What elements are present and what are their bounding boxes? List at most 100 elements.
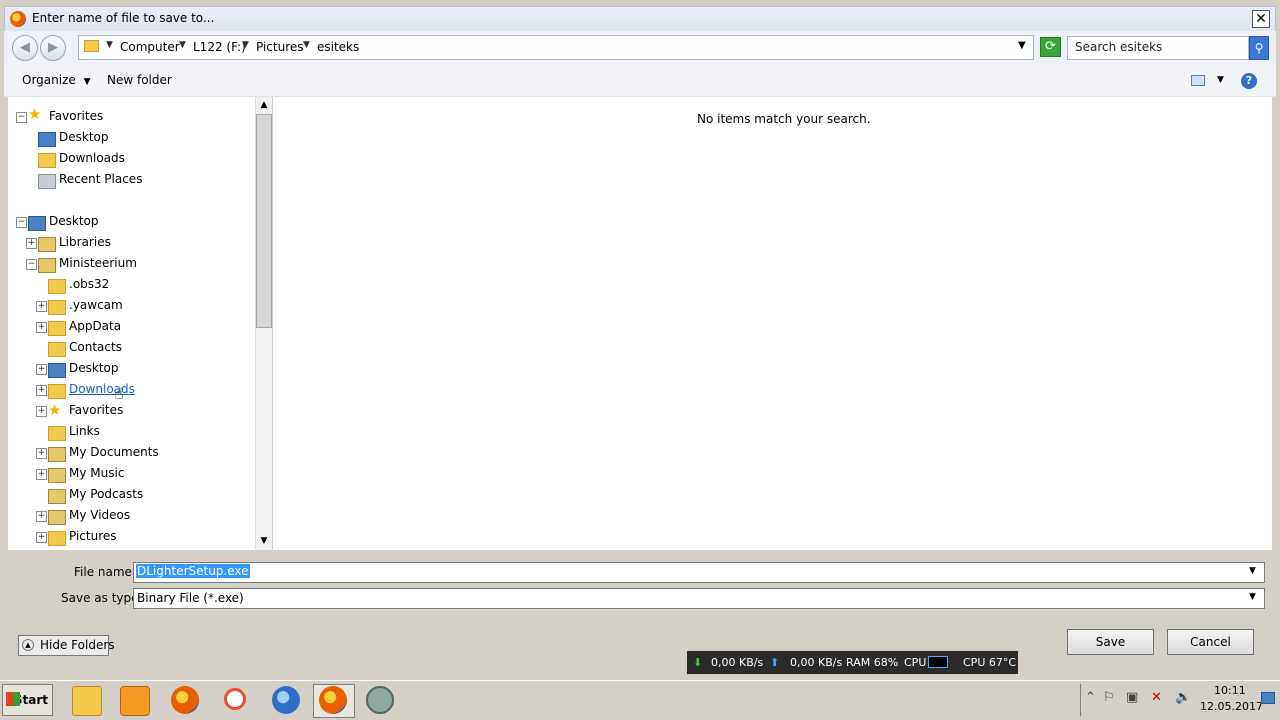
expand-icon[interactable]: + xyxy=(36,469,47,480)
breadcrumb-computer[interactable]: Computer xyxy=(120,40,180,54)
tray-separator xyxy=(1080,684,1081,716)
explorer-icon xyxy=(72,686,102,716)
scroll-thumb[interactable] xyxy=(256,114,272,328)
forward-button[interactable]: ▶ xyxy=(40,35,66,61)
thunderbird-icon xyxy=(272,686,300,714)
empty-message: No items match your search. xyxy=(697,112,871,126)
savetype-value: Binary File (*.exe) xyxy=(137,591,244,605)
volume-icon[interactable]: 🔈 xyxy=(1175,690,1191,705)
cancel-button[interactable]: Cancel xyxy=(1167,629,1254,655)
back-button[interactable]: ◀ xyxy=(12,35,38,61)
desktop-icon xyxy=(28,216,46,231)
tree-item-favorites-folder[interactable]: Favorites xyxy=(69,400,123,420)
tree-item-appdata[interactable]: AppData xyxy=(69,316,121,336)
device-icon[interactable]: ▣ xyxy=(1126,690,1138,705)
tree-item-desktop[interactable]: Desktop xyxy=(49,211,99,231)
chevron-down-icon[interactable]: ▼ xyxy=(179,40,186,50)
chevron-down-icon[interactable]: ▼ xyxy=(106,40,113,50)
organize-button[interactable]: Organize ▼ xyxy=(22,73,91,87)
expand-icon[interactable]: + xyxy=(36,448,47,459)
refresh-icon[interactable]: ⟳ xyxy=(1040,37,1061,57)
taskbar-explorer[interactable] xyxy=(66,684,106,716)
help-icon[interactable]: ? xyxy=(1241,73,1257,89)
organize-label: Organize xyxy=(22,73,76,87)
savetype-label: Save as type: xyxy=(61,591,143,605)
download-arrow-icon: ⬇ xyxy=(693,656,703,669)
expand-icon[interactable]: + xyxy=(26,238,37,249)
tree-item-my-documents[interactable]: My Documents xyxy=(69,442,159,462)
expand-icon[interactable]: + xyxy=(36,385,47,396)
tree-item-libraries[interactable]: Libraries xyxy=(59,232,111,252)
network-error-icon[interactable]: ✕ xyxy=(1151,690,1162,705)
scroll-down-arrow-icon[interactable]: ▼ xyxy=(256,533,272,550)
taskbar-avast[interactable] xyxy=(216,684,256,716)
collapse-icon[interactable]: − xyxy=(16,112,27,123)
collapse-icon[interactable]: − xyxy=(16,217,27,228)
file-list-pane[interactable] xyxy=(273,97,1272,550)
breadcrumb-esiteks[interactable]: esiteks xyxy=(317,40,359,54)
chevron-down-icon[interactable]: ▼ xyxy=(1249,592,1256,602)
chevron-down-icon[interactable]: ▼ xyxy=(242,40,249,50)
breadcrumb-pictures[interactable]: Pictures xyxy=(256,40,304,54)
chevron-down-icon[interactable]: ▼ xyxy=(303,40,310,50)
show-desktop-icon[interactable] xyxy=(1261,692,1275,704)
hide-folders-label: Hide Folders xyxy=(40,638,115,652)
chevron-up-icon: ▲ xyxy=(22,639,34,651)
collapse-icon[interactable]: − xyxy=(26,259,37,270)
save-button[interactable]: Save xyxy=(1067,629,1154,655)
chevron-down-icon[interactable]: ▼ xyxy=(1217,75,1224,85)
tree-item-my-music[interactable]: My Music xyxy=(69,463,124,483)
tree-item-obs32[interactable]: .obs32 xyxy=(69,274,109,294)
clock-date[interactable]: 12.05.2017 xyxy=(1200,700,1263,713)
expand-icon[interactable]: + xyxy=(36,511,47,522)
taskbar-network-tool[interactable] xyxy=(360,684,400,716)
expand-icon[interactable]: + xyxy=(36,322,47,333)
tree-item-user-desktop[interactable]: Desktop xyxy=(69,358,119,378)
clock-time[interactable]: 10:11 xyxy=(1214,684,1246,697)
libraries-icon xyxy=(38,237,56,252)
search-icon[interactable]: ⚲ xyxy=(1249,36,1269,60)
tray-expand-icon[interactable]: ⌃ xyxy=(1085,690,1096,705)
taskbar-firefox-active[interactable] xyxy=(313,684,355,718)
firefox-icon xyxy=(319,686,347,714)
expand-icon[interactable]: + xyxy=(36,364,47,375)
tree-item-my-podcasts[interactable]: My Podcasts xyxy=(69,484,143,504)
tree-item-recent-places[interactable]: Recent Places xyxy=(59,169,142,189)
tree-item-user-downloads[interactable]: Downloads xyxy=(69,379,135,399)
taskbar-media-player[interactable] xyxy=(114,684,154,716)
upload-speed: 0,00 KB/s xyxy=(790,656,843,669)
tree-item-my-videos[interactable]: My Videos xyxy=(69,505,130,525)
tree-item-ministeerium[interactable]: Ministeerium xyxy=(59,253,137,273)
folder-icon xyxy=(48,279,66,294)
contacts-folder-icon xyxy=(48,342,66,357)
taskbar-firefox[interactable] xyxy=(165,684,205,716)
expand-icon[interactable]: + xyxy=(36,406,47,417)
tree-item-links[interactable]: Links xyxy=(69,421,100,441)
expand-icon[interactable]: + xyxy=(36,532,47,543)
tree-item-pictures[interactable]: Pictures xyxy=(69,526,117,546)
cpu-graph xyxy=(928,656,948,668)
chevron-down-icon[interactable]: ▼ xyxy=(1249,566,1256,576)
savetype-select[interactable] xyxy=(133,588,1265,609)
chevron-down-icon: ▼ xyxy=(83,77,91,87)
tree-item-yawcam[interactable]: .yawcam xyxy=(69,295,123,315)
taskbar-thunderbird[interactable] xyxy=(266,684,306,716)
view-icon[interactable] xyxy=(1191,75,1205,86)
tree-item-fav-downloads[interactable]: Downloads xyxy=(59,148,125,168)
tree-item-fav-desktop[interactable]: Desktop xyxy=(59,127,109,147)
tree-item-favorites[interactable]: Favorites xyxy=(49,106,103,126)
expand-icon[interactable]: + xyxy=(36,301,47,312)
flag-icon[interactable]: ⚐ xyxy=(1103,690,1115,705)
address-dropdown-icon[interactable]: ▼ xyxy=(1018,40,1026,51)
folder-icon xyxy=(84,40,99,52)
scroll-up-arrow-icon[interactable]: ▲ xyxy=(256,97,272,114)
folder-icon xyxy=(48,300,66,315)
tree-item-contacts[interactable]: Contacts xyxy=(69,337,122,357)
filename-field[interactable] xyxy=(133,562,1265,583)
filename-value[interactable]: DLighterSetup.exe xyxy=(136,564,250,578)
ram-usage: RAM 68% xyxy=(846,656,899,669)
downloads-folder-icon xyxy=(48,384,66,399)
breadcrumb-drive[interactable]: L122 (F:) xyxy=(193,40,246,54)
close-button[interactable]: ✕ xyxy=(1252,10,1270,28)
new-folder-button[interactable]: New folder xyxy=(107,73,172,87)
